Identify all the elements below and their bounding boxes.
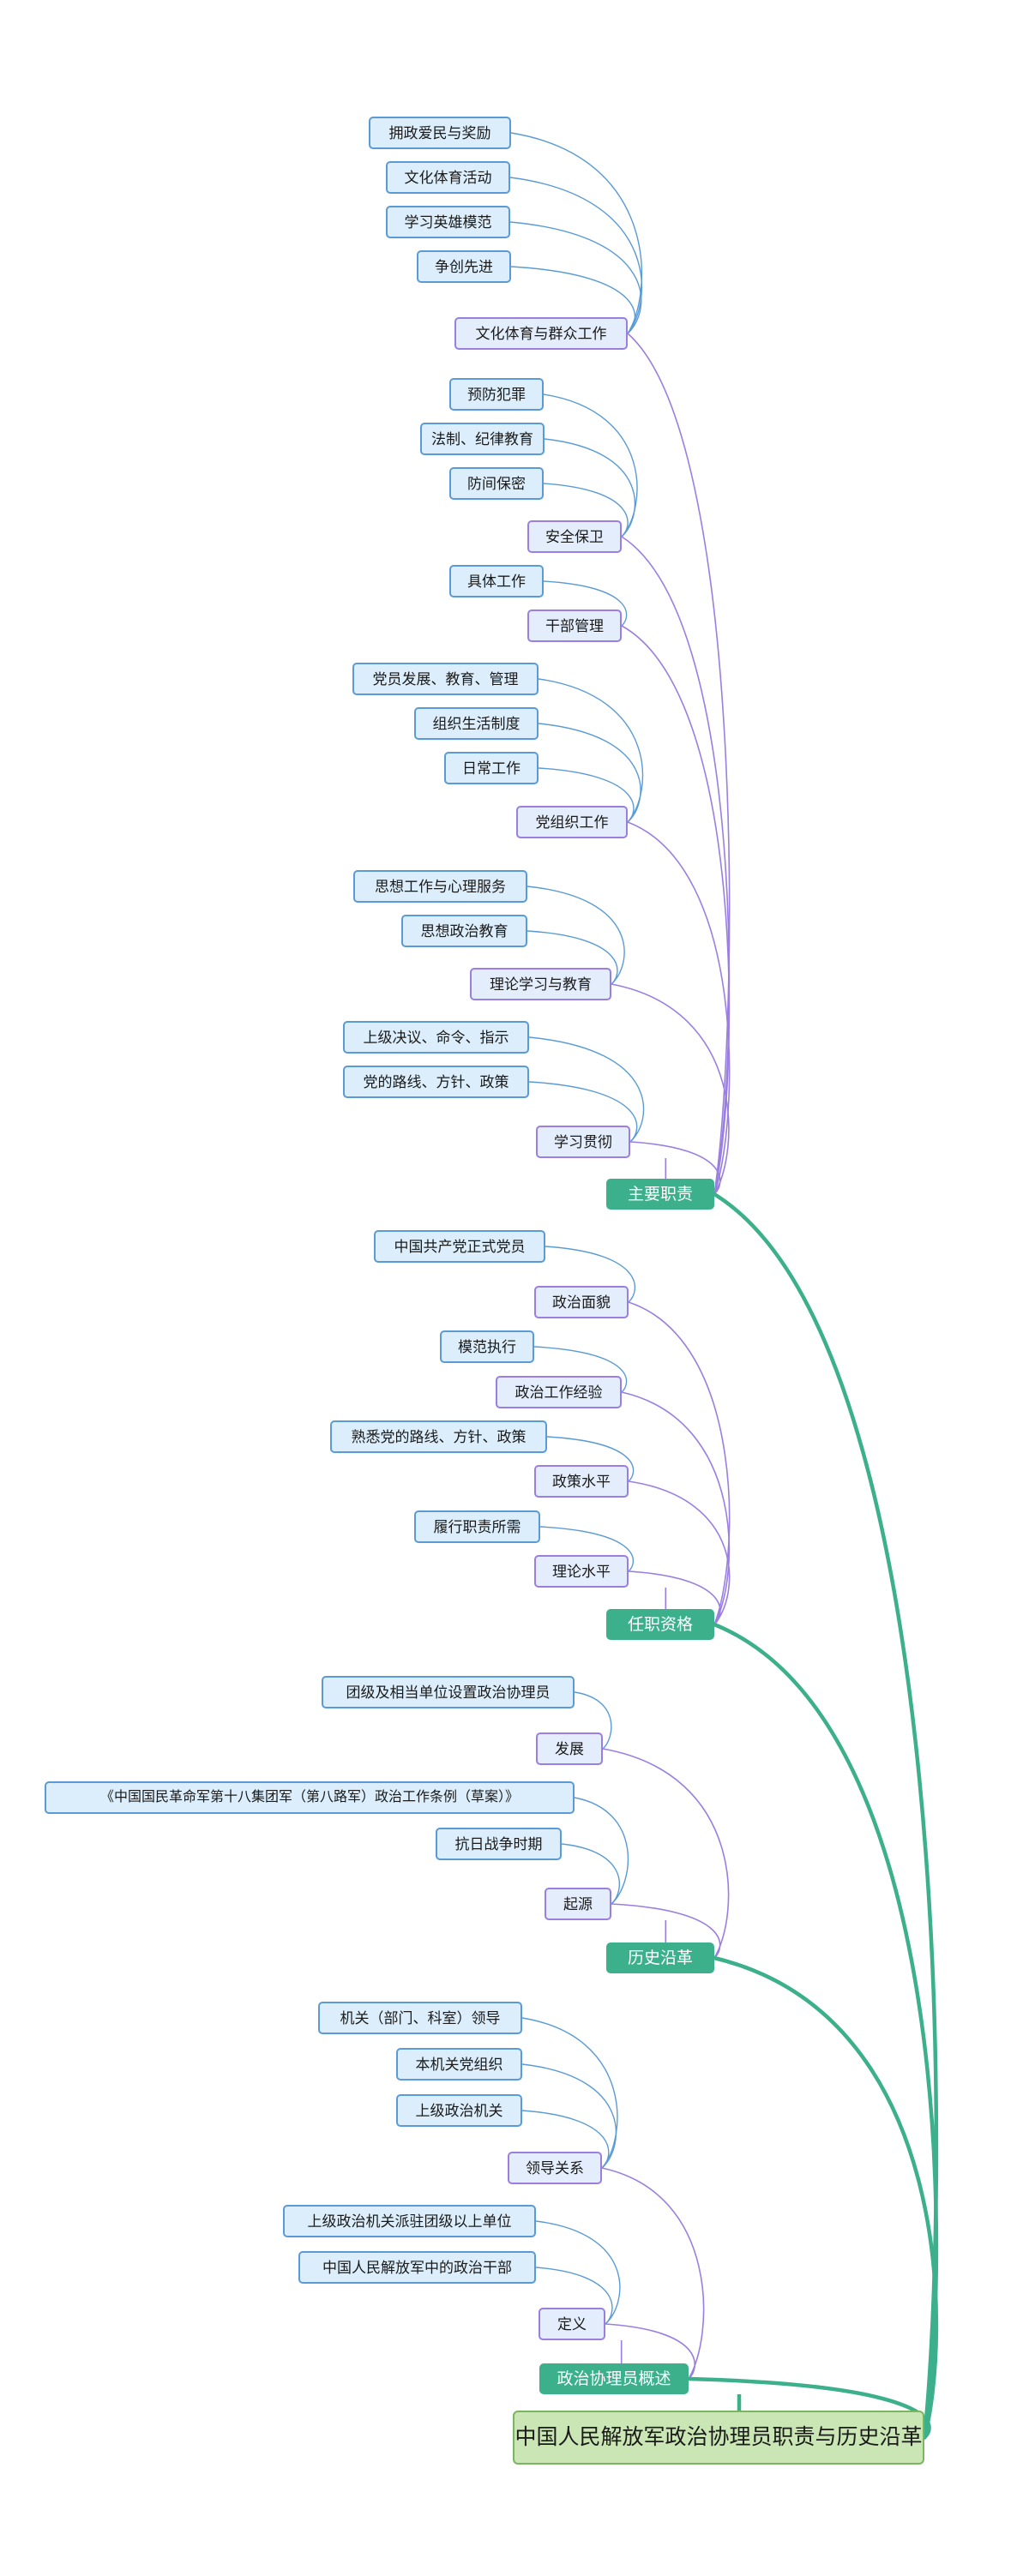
mindmap-node-履行职责所需[interactable]: 履行职责所需 <box>414 1510 540 1543</box>
mindmap-node-上级政治机关[interactable]: 上级政治机关 <box>396 2094 522 2127</box>
mindmap-node-学习英雄模范[interactable]: 学习英雄模范 <box>386 206 510 238</box>
mindmap-node-发展[interactable]: 发展 <box>536 1732 603 1765</box>
mindmap-node-拥政爱民与奖励[interactable]: 拥政爱民与奖励 <box>369 117 511 149</box>
mindmap-node-任职资格[interactable]: 任职资格 <box>606 1609 714 1640</box>
mindmap-node-政治协理员概述[interactable]: 政治协理员概述 <box>539 2363 689 2394</box>
mindmap-node-思想工作与心理服务[interactable]: 思想工作与心理服务 <box>353 870 527 903</box>
mindmap-edge <box>712 1622 939 2440</box>
mindmap-node-法制-纪律教育[interactable]: 法制、纪律教育 <box>420 423 545 455</box>
mindmap-node-争创先进[interactable]: 争创先进 <box>417 250 511 283</box>
mindmap-node-模范执行[interactable]: 模范执行 <box>440 1330 534 1363</box>
mindmap-root-node[interactable]: 中国人民解放军政治协理员职责与历史沿革 <box>513 2411 924 2465</box>
mindmap-node-党组织工作[interactable]: 党组织工作 <box>516 806 628 838</box>
mindmap-edge <box>627 821 731 1195</box>
mindmap-node-理论学习与教育[interactable]: 理论学习与教育 <box>470 968 611 1000</box>
mindmap-node-党的路线-方针-政策[interactable]: 党的路线、方针、政策 <box>343 1066 529 1098</box>
mindmap-edge <box>621 536 731 1195</box>
mindmap-node-理论水平[interactable]: 理论水平 <box>534 1555 629 1588</box>
mindmap-node-中国人民解放军中的政治干部[interactable]: 中国人民解放军中的政治干部 <box>298 2251 536 2284</box>
mindmap-node-干部管理[interactable]: 干部管理 <box>527 609 622 642</box>
mindmap-node-安全保卫[interactable]: 安全保卫 <box>527 520 622 553</box>
mindmap-edge <box>543 393 638 537</box>
mindmap-node-学习贯彻[interactable]: 学习贯彻 <box>536 1126 630 1158</box>
mindmap-node-具体工作[interactable]: 具体工作 <box>449 565 544 597</box>
mindmap-node-中国共产党正式党员[interactable]: 中国共产党正式党员 <box>374 1230 545 1263</box>
mindmap-node-日常工作[interactable]: 日常工作 <box>444 752 539 784</box>
mindmap-node-党员发展-教育-管理[interactable]: 党员发展、教育、管理 <box>352 663 539 695</box>
mindmap-node-政治面貌[interactable]: 政治面貌 <box>534 1286 629 1318</box>
mindmap-edge <box>510 132 643 334</box>
mindmap-node-组织生活制度[interactable]: 组织生活制度 <box>414 707 539 740</box>
mindmap-node-机关-部门-科室-领导[interactable]: 机关（部门、科室）领导 <box>318 2002 522 2034</box>
mindmap-node-文化体育与群众工作[interactable]: 文化体育与群众工作 <box>454 317 628 350</box>
mindmap-node-定义[interactable]: 定义 <box>539 2308 605 2340</box>
mindmap-node-历史沿革[interactable]: 历史沿革 <box>606 1943 714 1973</box>
mindmap-edge <box>621 625 731 1195</box>
mindmap-node-政策水平[interactable]: 政策水平 <box>534 1465 629 1498</box>
mindmap-edge <box>509 177 643 334</box>
mindmap-node-上级政治机关派驻团级以上单位[interactable]: 上级政治机关派驻团级以上单位 <box>283 2205 536 2237</box>
mindmap-node-本机关党组织[interactable]: 本机关党组织 <box>396 2048 522 2081</box>
mindmap-node-预防犯罪[interactable]: 预防犯罪 <box>449 378 544 411</box>
mindmap-node-防间保密[interactable]: 防间保密 <box>449 467 544 500</box>
mindmap-edge <box>538 678 644 823</box>
mindmap-node-中国国民革命军第十八集团军-第八路军-政治工作条[interactable]: 《中国国民革命军第十八集团军（第八路军）政治工作条例（草案）》 <box>45 1781 575 1814</box>
mindmap-node-思想政治教育[interactable]: 思想政治教育 <box>401 915 527 947</box>
mindmap-edge <box>712 1955 939 2440</box>
mindmap-node-团级及相当单位设置政治协理员[interactable]: 团级及相当单位设置政治协理员 <box>322 1676 575 1708</box>
mindmap-canvas: 拥政爱民与奖励文化体育活动 学习英雄模范争创先进文化体育与群众工作预防犯罪法制、纪… <box>0 0 1029 2576</box>
mindmap-edge <box>628 1301 731 1625</box>
mindmap-edge <box>621 1391 731 1625</box>
mindmap-edge <box>521 2017 618 2169</box>
mindmap-node-上级决议-命令-指示[interactable]: 上级决议、命令、指示 <box>343 1021 529 1054</box>
mindmap-node-领导关系[interactable]: 领导关系 <box>508 2152 602 2184</box>
mindmap-edge <box>602 1748 730 1959</box>
mindmap-edge <box>712 1192 939 2440</box>
mindmap-edge <box>601 2167 705 2380</box>
mindmap-edge <box>627 333 731 1195</box>
mindmap-node-起源[interactable]: 起源 <box>545 1888 611 1920</box>
mindmap-edge <box>628 1480 731 1625</box>
mindmap-node-政治工作经验[interactable]: 政治工作经验 <box>496 1376 622 1408</box>
mindmap-node-文化体育活动[interactable]: 文化体育活动 <box>386 161 510 194</box>
mindmap-node-主要职责[interactable]: 主要职责 <box>606 1179 714 1210</box>
mindmap-edge <box>611 983 730 1195</box>
mindmap-node-熟悉党的路线-方针-政策[interactable]: 熟悉党的路线、方针、政策 <box>330 1420 547 1453</box>
mindmap-node-抗日战争时期[interactable]: 抗日战争时期 <box>436 1828 562 1860</box>
